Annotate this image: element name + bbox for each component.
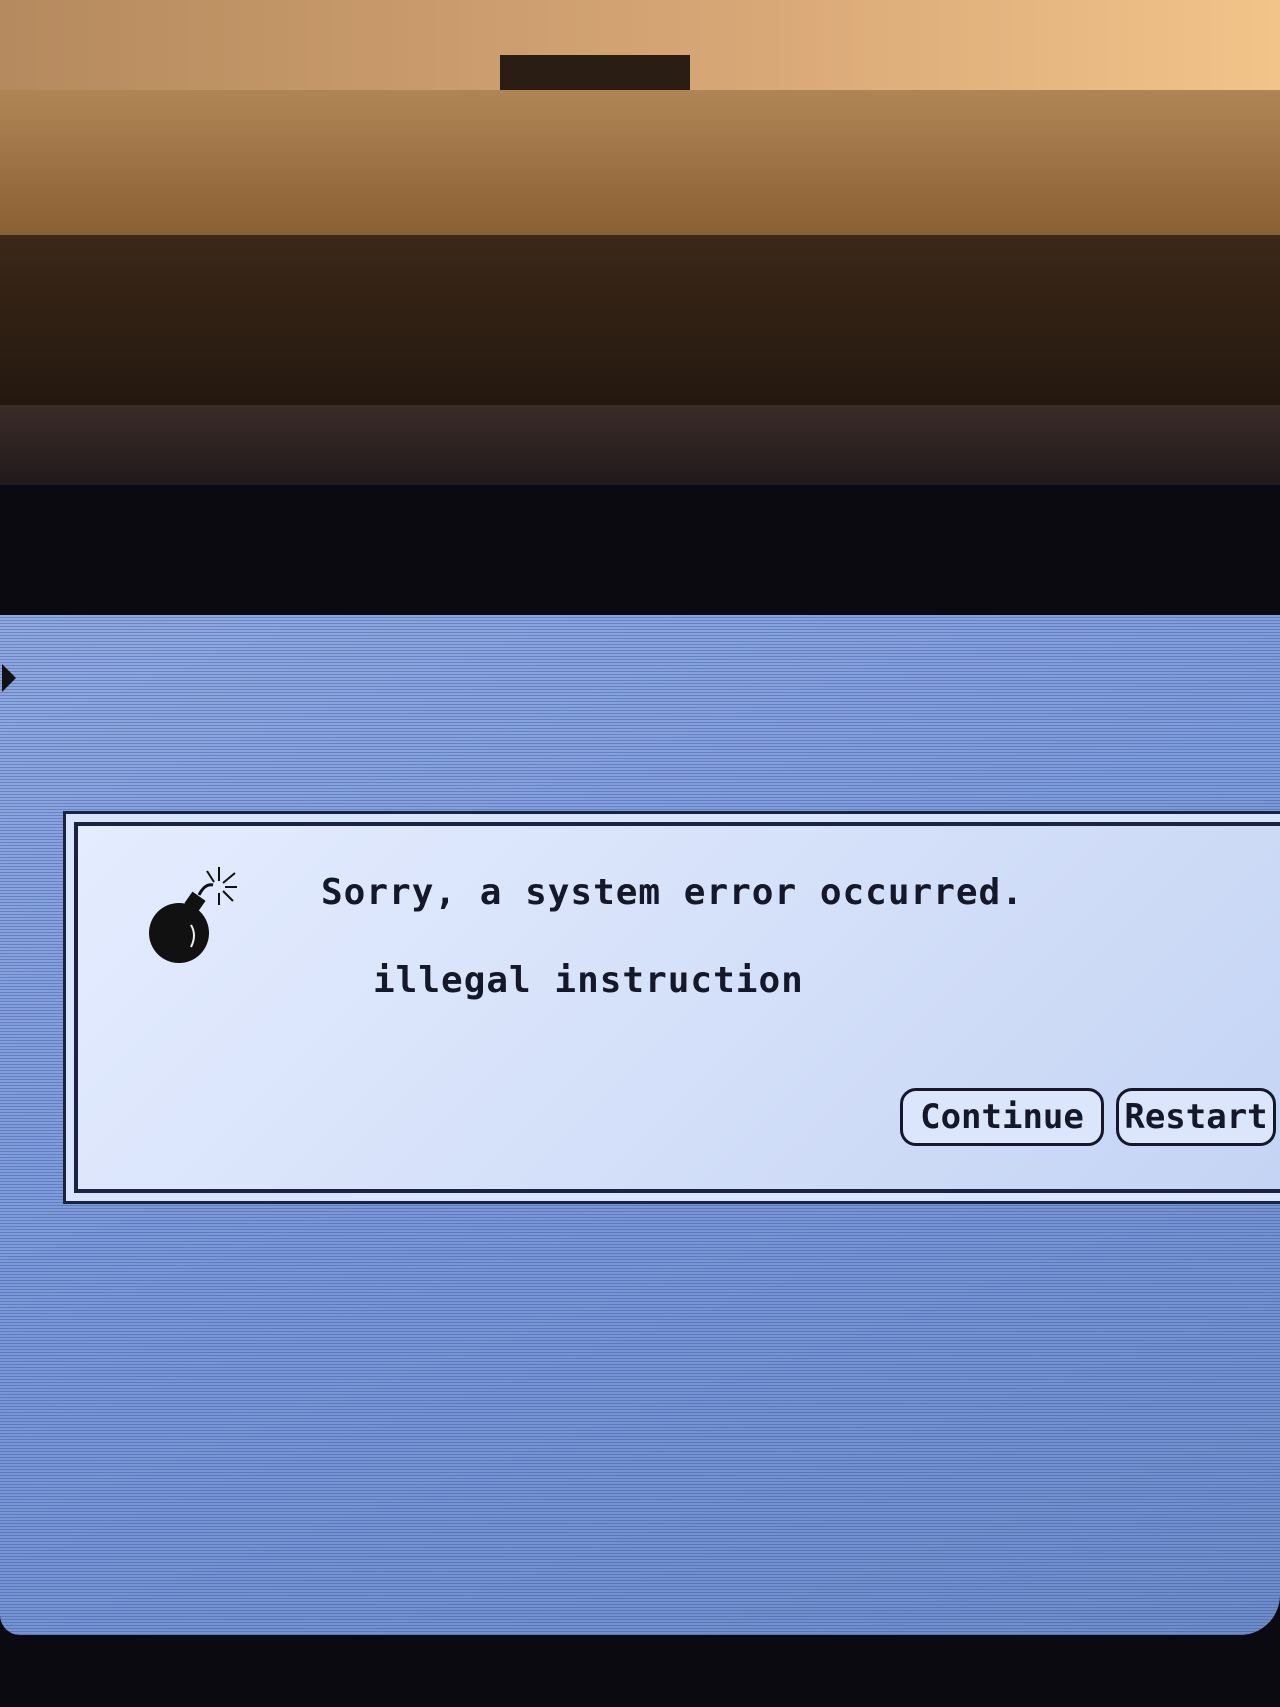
wall-object bbox=[500, 55, 690, 95]
monitor-bezel-top bbox=[0, 405, 1280, 490]
shelf-shadow bbox=[0, 235, 1280, 405]
bomb-icon bbox=[149, 867, 237, 963]
restart-button[interactable]: Restart bbox=[1116, 1088, 1276, 1146]
shelf bbox=[0, 90, 1280, 235]
continue-button[interactable]: Continue bbox=[900, 1088, 1104, 1146]
error-title: Sorry, a system error occurred. bbox=[321, 872, 1024, 913]
system-error-dialog bbox=[63, 811, 1280, 1204]
mouse-cursor-icon bbox=[2, 664, 16, 692]
error-message: illegal instruction bbox=[373, 960, 804, 1001]
